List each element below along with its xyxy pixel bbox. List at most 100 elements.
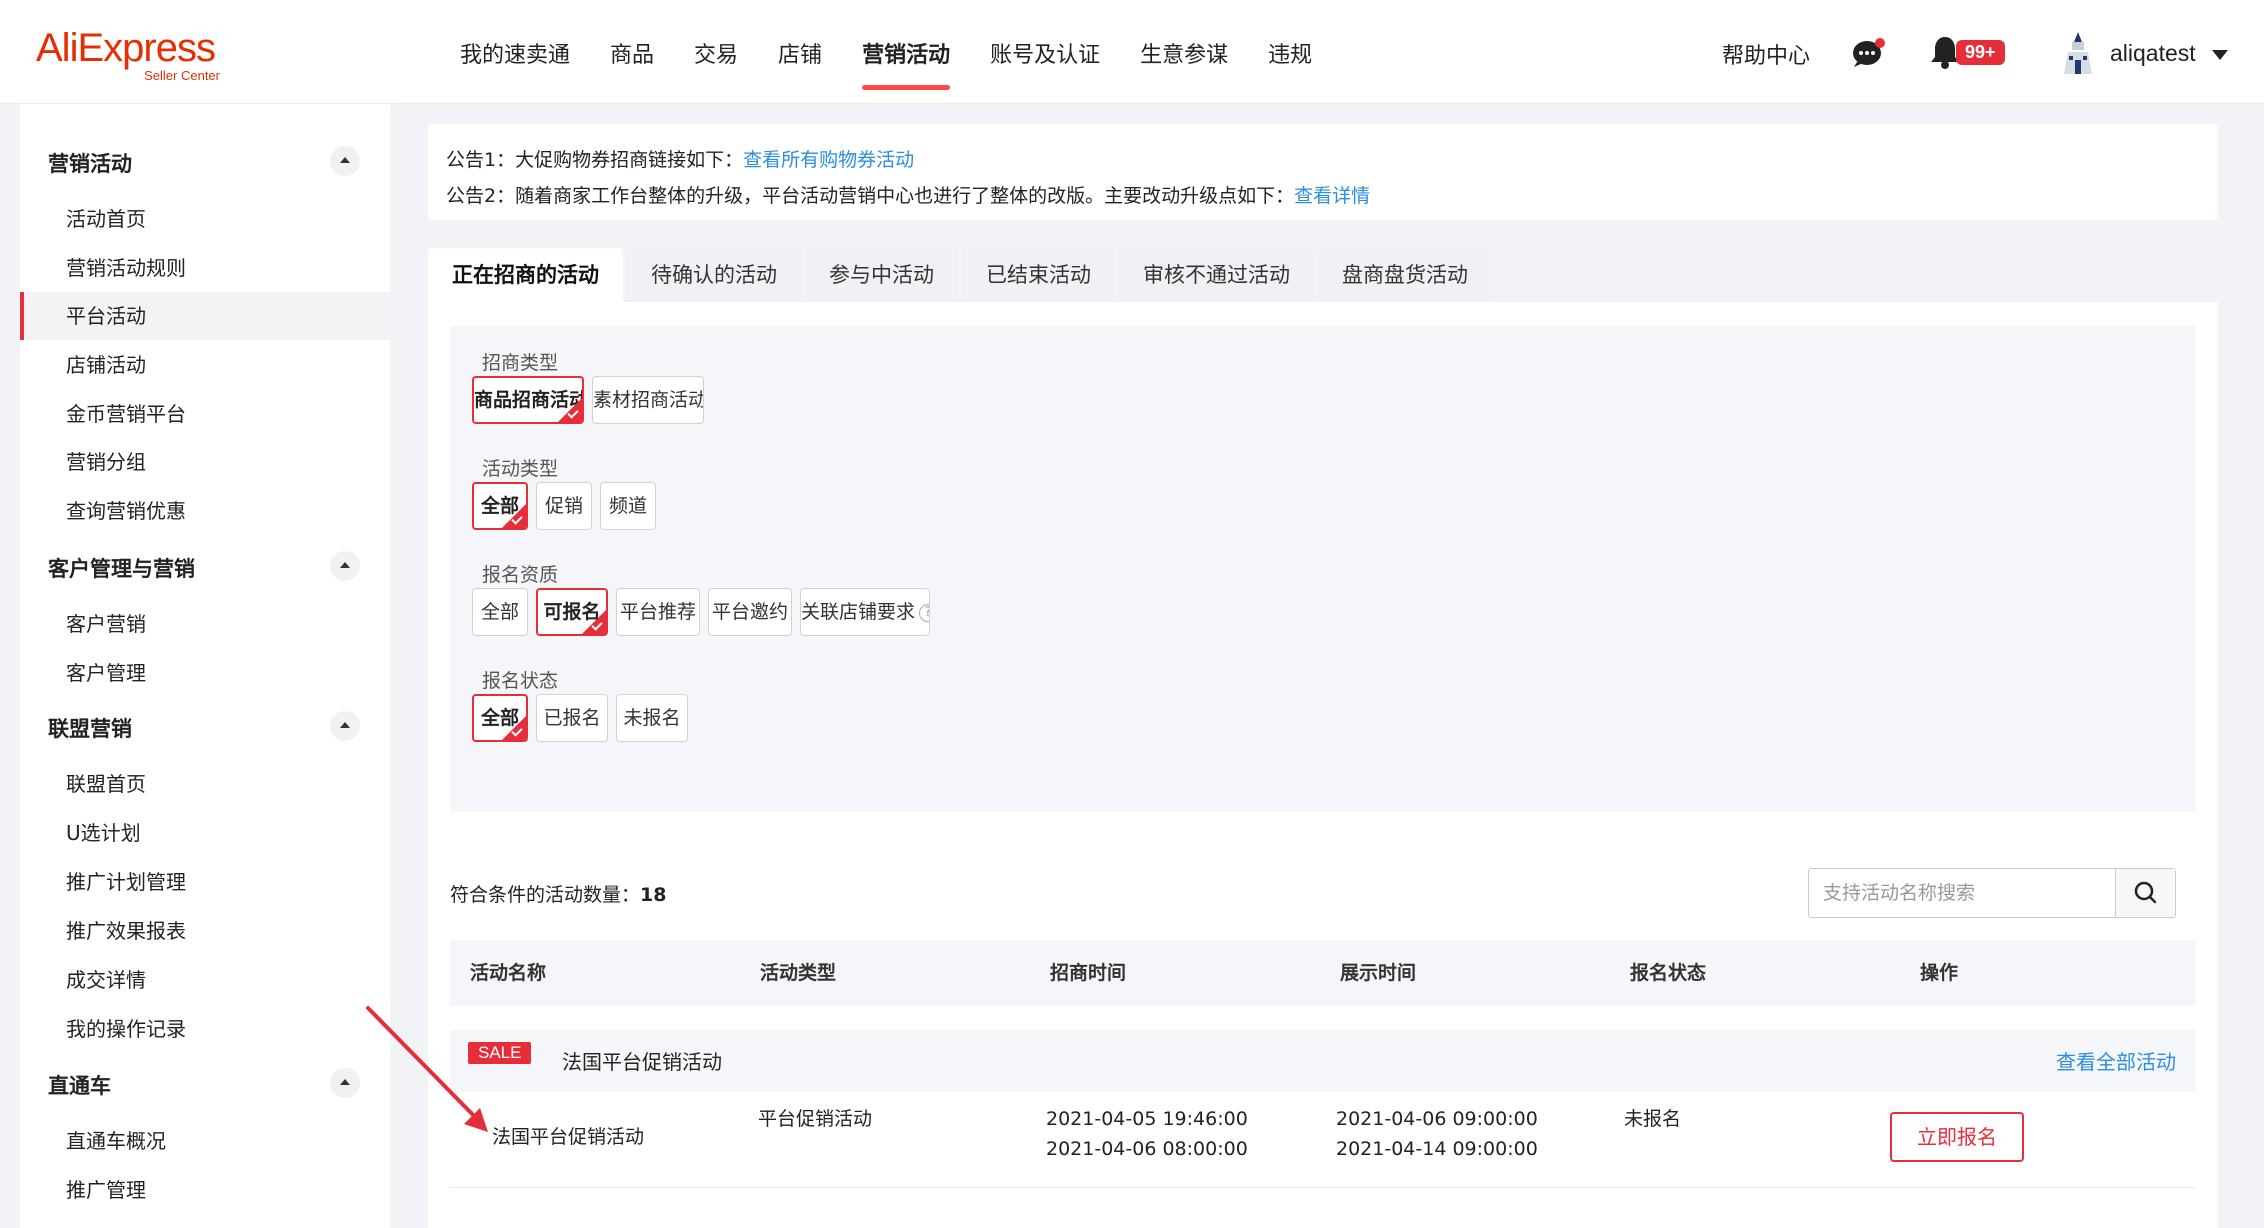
sidebar-item-promotion-reports[interactable]: 推广效果报表: [20, 907, 390, 955]
activity-group-name: 法国平台促销活动: [562, 1050, 722, 1074]
logo-subtitle: Seller Center: [144, 68, 220, 83]
tab-recruiting[interactable]: 正在招商的活动: [428, 248, 623, 302]
logo-text: AliExpress: [36, 26, 216, 70]
nav-item-my-aliexpress[interactable]: 我的速卖通: [440, 0, 590, 104]
announcement-box: 公告1：大促购物券招商链接如下：查看所有购物券活动 公告2：随着商家工作台整体的…: [428, 124, 2218, 220]
nav-item-products[interactable]: 商品: [590, 0, 674, 104]
notification-count-badge: 99+: [1956, 40, 2005, 65]
nav-item-orders[interactable]: 交易: [674, 0, 758, 104]
collapse-toggle-icon[interactable]: [330, 146, 360, 176]
filter-option-not-signed-up[interactable]: 未报名: [616, 694, 688, 742]
view-details-link[interactable]: 查看详情: [1294, 185, 1370, 207]
sidebar-item-customer-management[interactable]: 客户管理: [20, 649, 390, 697]
column-header-type: 活动类型: [760, 962, 837, 984]
activity-tabs: 正在招商的活动 待确认的活动 参与中活动 已结束活动 审核不通过活动 盘商盘货活…: [428, 248, 1496, 302]
sidebar-item-affiliate-home[interactable]: 联盟首页: [20, 760, 390, 808]
tab-ended[interactable]: 已结束活动: [962, 248, 1115, 302]
sidebar-item-u-plan[interactable]: U选计划: [20, 809, 390, 857]
sidebar-item-marketing-rules[interactable]: 营销活动规则: [20, 244, 390, 292]
filter-label-qualification: 报名资质: [482, 564, 559, 586]
apply-now-button[interactable]: 立即报名: [1890, 1112, 2024, 1162]
sidebar-item-promotion-management[interactable]: 推广管理: [20, 1166, 390, 1214]
tab-inventory-activities[interactable]: 盘商盘货活动: [1318, 248, 1492, 302]
filter-option-status-all[interactable]: 全部: [472, 694, 528, 742]
filter-option-linked-store[interactable]: 关联店铺要求?: [800, 588, 930, 636]
nav-item-account[interactable]: 账号及认证: [970, 0, 1120, 104]
announcement-line-1: 公告1：大促购物券招商链接如下：查看所有购物券活动: [446, 142, 2200, 178]
sidebar-group-customer[interactable]: 客户管理与营销: [48, 553, 195, 583]
sidebar: 营销活动 活动首页 营销活动规则 平台活动 店铺活动 金币营销平台 营销分组 查…: [20, 104, 390, 1228]
top-header: AliExpress Seller Center 我的速卖通 商品 交易 店铺 …: [0, 0, 2264, 104]
tab-pending-confirmation[interactable]: 待确认的活动: [627, 248, 801, 302]
filter-option-activity-all[interactable]: 全部: [472, 482, 528, 530]
tab-participating[interactable]: 参与中活动: [805, 248, 958, 302]
sidebar-item-customer-marketing[interactable]: 客户营销: [20, 600, 390, 648]
question-icon[interactable]: ?: [919, 603, 929, 622]
chat-icon[interactable]: [1852, 38, 1886, 68]
search-box: [1808, 868, 2176, 918]
filter-label-signup-status: 报名状态: [482, 670, 559, 692]
sidebar-group-affiliate[interactable]: 联盟营销: [48, 713, 132, 743]
announcement-text: 公告1：大促购物券招商链接如下：: [446, 149, 744, 171]
activity-type: 平台促销活动: [758, 1108, 873, 1130]
signup-status: 未报名: [1624, 1108, 1682, 1130]
display-start-time: 2021-04-06 09:00:00: [1336, 1108, 1538, 1130]
filter-option-eligible[interactable]: 可报名: [536, 588, 608, 636]
activity-group-row: SALE 法国平台促销活动 查看全部活动: [450, 1030, 2196, 1092]
search-icon: [2134, 881, 2157, 904]
announcement-line-2: 公告2：随着商家工作台整体的升级，平台活动营销中心也进行了整体的改版。主要改动升…: [446, 178, 2200, 214]
activity-name[interactable]: 法国平台促销活动: [492, 1122, 644, 1152]
recruit-end-time: 2021-04-06 08:00:00: [1046, 1138, 1248, 1160]
sidebar-item-direct-train-overview[interactable]: 直通车概况: [20, 1117, 390, 1165]
collapse-toggle-icon[interactable]: [330, 1068, 360, 1098]
collapse-toggle-icon[interactable]: [330, 551, 360, 581]
display-end-time: 2021-04-14 09:00:00: [1336, 1138, 1538, 1160]
filter-option-platform-invited[interactable]: 平台邀约: [708, 588, 792, 636]
coupon-activities-link[interactable]: 查看所有购物券活动: [743, 149, 914, 171]
table-header: 活动名称 活动类型 招商时间 展示时间 报名状态 操作: [450, 940, 2196, 1006]
recruit-start-time: 2021-04-05 19:46:00: [1046, 1108, 1248, 1130]
nav-item-violations[interactable]: 违规: [1248, 0, 1332, 104]
sidebar-item-marketing-groups[interactable]: 营销分组: [20, 438, 390, 486]
activity-search-input[interactable]: [1809, 869, 2115, 917]
sidebar-item-promotion-plans[interactable]: 推广计划管理: [20, 858, 390, 906]
sidebar-group-marketing[interactable]: 营销活动: [48, 148, 132, 178]
result-count-label: 符合条件的活动数量：: [450, 884, 641, 906]
nav-item-store[interactable]: 店铺: [758, 0, 842, 104]
sidebar-item-query-discounts[interactable]: 查询营销优惠: [20, 487, 390, 535]
sale-tag: SALE: [468, 1042, 532, 1064]
view-all-activities-link[interactable]: 查看全部活动: [2056, 1046, 2176, 1075]
aliexpress-logo[interactable]: AliExpress Seller Center: [36, 26, 226, 83]
filter-option-label: 关联店铺要求: [801, 601, 916, 623]
main-panel: 招商类型 商品招商活动 素材招商活动 活动类型 全部 促销 频道 报名资质 全部…: [428, 302, 2218, 1228]
sidebar-group-direct-train[interactable]: 直通车: [48, 1070, 111, 1100]
sidebar-item-deal-details[interactable]: 成交详情: [20, 956, 390, 1004]
result-count-value: 18: [640, 884, 667, 906]
nav-item-business-advisor[interactable]: 生意参谋: [1120, 0, 1248, 104]
filter-label-recruit-type: 招商类型: [482, 352, 559, 374]
result-count: 符合条件的活动数量：18: [450, 880, 666, 907]
user-avatar[interactable]: [2058, 30, 2098, 76]
nav-item-marketing[interactable]: 营销活动: [842, 0, 970, 104]
filter-option-signed-up[interactable]: 已报名: [536, 694, 608, 742]
filter-option-qualification-all[interactable]: 全部: [472, 588, 528, 636]
sidebar-item-coin-marketing[interactable]: 金币营销平台: [20, 390, 390, 438]
column-header-name: 活动名称: [470, 962, 547, 984]
column-header-signup-status: 报名状态: [1630, 962, 1707, 984]
filter-option-product-recruit[interactable]: 商品招商活动: [472, 376, 584, 424]
collapse-toggle-icon[interactable]: [330, 711, 360, 741]
sidebar-item-activity-home[interactable]: 活动首页: [20, 195, 390, 243]
filter-option-platform-recommended[interactable]: 平台推荐: [616, 588, 700, 636]
filter-option-channel[interactable]: 频道: [600, 482, 656, 530]
help-center-link[interactable]: 帮助中心: [1722, 38, 1810, 70]
sidebar-item-platform-activities[interactable]: 平台活动: [20, 292, 390, 340]
search-button[interactable]: [2115, 869, 2175, 917]
username[interactable]: aliqatest: [2110, 40, 2196, 67]
filter-option-promotion[interactable]: 促销: [536, 482, 592, 530]
tab-rejected[interactable]: 审核不通过活动: [1119, 248, 1314, 302]
filter-option-material-recruit[interactable]: 素材招商活动: [592, 376, 704, 424]
sidebar-item-store-activities[interactable]: 店铺活动: [20, 341, 390, 389]
table-row: 法国平台促销活动 平台促销活动 2021-04-05 19:46:00 2021…: [450, 1092, 2196, 1188]
sidebar-item-operation-log[interactable]: 我的操作记录: [20, 1005, 390, 1053]
chevron-down-icon[interactable]: [2212, 50, 2228, 60]
